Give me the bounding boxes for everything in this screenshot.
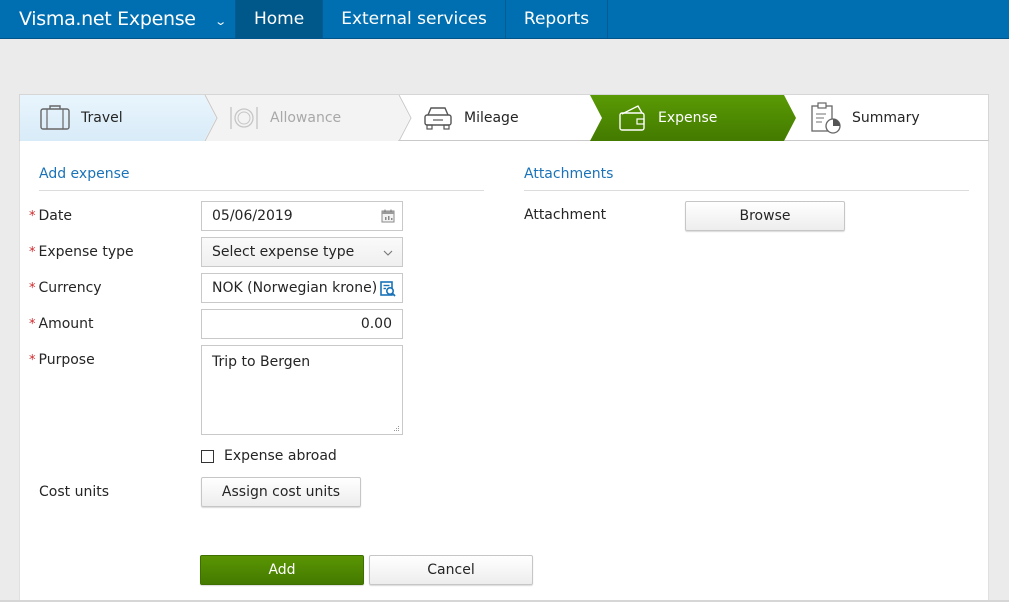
wizard-steps: Travel Allowance Mileage Expense Summary: [19, 94, 989, 141]
app-switcher[interactable]: Visma.net Expense ⌄: [0, 0, 236, 38]
plate-cutlery-icon: [230, 107, 258, 129]
app-title: Visma.net Expense: [19, 8, 196, 30]
purpose-textarea[interactable]: Trip to Bergen: [201, 345, 403, 435]
expense-abroad-checkbox[interactable]: [201, 450, 214, 463]
browse-button[interactable]: Browse: [685, 201, 845, 231]
step-label: Travel: [81, 110, 123, 126]
nav-reports[interactable]: Reports: [506, 0, 609, 38]
amount-input[interactable]: 0.00: [201, 309, 403, 339]
step-label: Summary: [852, 110, 920, 126]
required-marker: *: [29, 209, 36, 224]
step-separator: [204, 95, 218, 141]
step-label: Expense: [658, 110, 718, 126]
purpose-label: * Purpose: [29, 352, 95, 368]
date-label: * Date: [29, 208, 72, 224]
calendar-icon[interactable]: [381, 209, 395, 223]
cancel-button[interactable]: Cancel: [369, 555, 533, 585]
step-label: Allowance: [270, 110, 342, 126]
cost-units-label: Cost units: [39, 484, 109, 500]
suitcase-icon: [40, 105, 70, 130]
expense-abroad-label[interactable]: Expense abroad: [224, 448, 337, 464]
attachment-label: Attachment: [524, 207, 607, 223]
clipboard-chart-icon: [811, 102, 841, 134]
step-allowance: Allowance: [228, 95, 341, 141]
step-summary[interactable]: Summary: [810, 95, 920, 141]
lookup-search-icon[interactable]: [380, 281, 396, 297]
step-travel[interactable]: Travel: [39, 95, 123, 141]
add-expense-title: Add expense: [39, 166, 130, 182]
nav-external-services[interactable]: External services: [323, 0, 506, 38]
step-mileage[interactable]: Mileage: [422, 95, 519, 141]
add-button[interactable]: Add: [200, 555, 364, 585]
step-expense[interactable]: Expense: [618, 95, 717, 141]
resize-grip-icon[interactable]: [392, 424, 400, 432]
step-separator: [398, 95, 412, 141]
top-nav: Visma.net Expense ⌄ Home External servic…: [0, 0, 1009, 39]
car-icon: [424, 107, 452, 130]
chevron-down-icon: ⌄: [213, 14, 227, 28]
assign-cost-units-button[interactable]: Assign cost units: [201, 477, 361, 507]
divider: [524, 190, 969, 191]
step-label: Mileage: [464, 110, 519, 126]
wallet-icon: [619, 105, 645, 131]
expense-type-select[interactable]: Select expense type: [201, 237, 403, 267]
amount-label: * Amount: [29, 316, 94, 332]
expense-type-label: * Expense type: [29, 244, 134, 260]
currency-input[interactable]: NOK (Norwegian krone): [201, 273, 403, 303]
nav-home[interactable]: Home: [236, 0, 324, 38]
currency-label: * Currency: [29, 280, 102, 296]
chevron-down-icon: [383, 250, 393, 256]
attachments-title: Attachments: [524, 166, 614, 182]
divider: [39, 190, 484, 191]
date-input[interactable]: 05/06/2019: [201, 201, 403, 231]
